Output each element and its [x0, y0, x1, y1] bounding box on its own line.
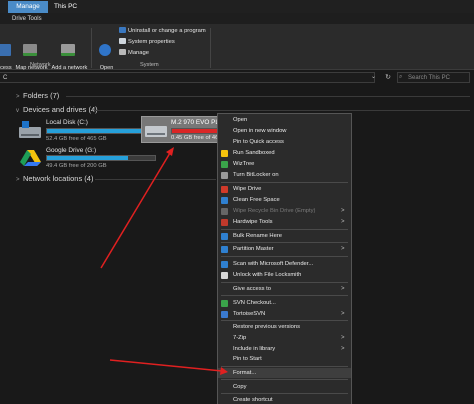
arrow-to-format [109, 359, 228, 375]
annotation-arrows [100, 147, 228, 375]
arrow-to-drive [100, 147, 174, 269]
